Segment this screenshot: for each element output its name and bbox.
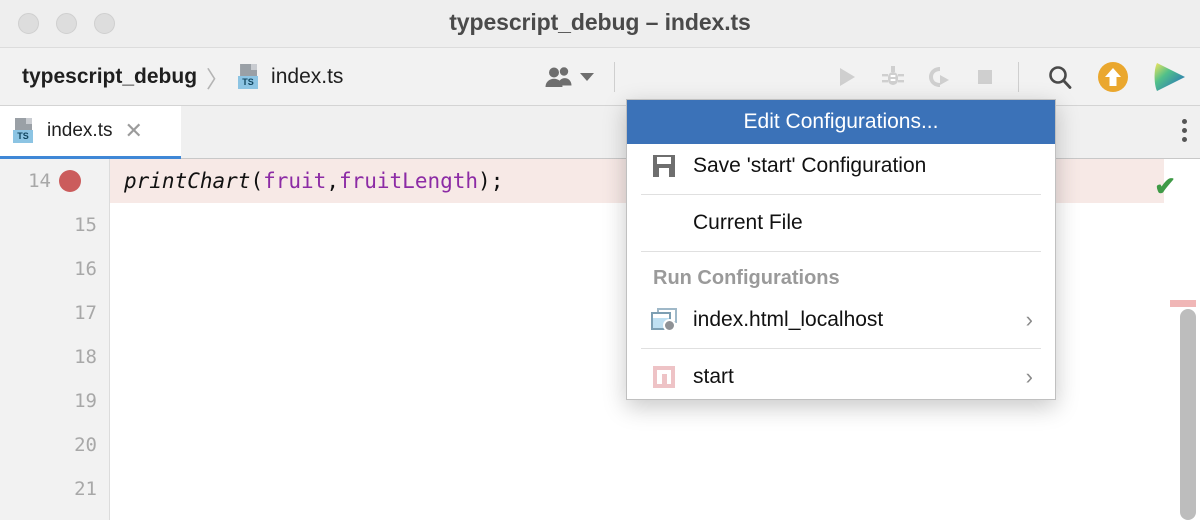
toolbar-divider <box>1018 62 1019 92</box>
update-arrow-up-icon[interactable] <box>1096 60 1130 94</box>
code-token-identifier: fruitLength <box>338 169 479 193</box>
menu-item-index-html-localhost[interactable]: index.html_localhost › <box>627 298 1055 342</box>
menu-item-label: Edit Configurations... <box>743 110 939 133</box>
line-number: 15 <box>74 214 97 236</box>
code-text: printChart(fruit,fruitLength); <box>124 169 503 193</box>
checkmark-icon[interactable]: ✔ <box>1154 173 1176 199</box>
menu-group-run-configurations: Run Configurations <box>627 258 1055 298</box>
save-floppy-icon <box>651 153 677 179</box>
typescript-badge-label: TS <box>13 130 33 143</box>
menu-item-edit-configurations[interactable]: Edit Configurations... <box>627 100 1055 144</box>
typescript-file-icon: TS <box>238 64 262 90</box>
title-bar: typescript_debug – index.ts <box>0 0 1200 48</box>
close-icon[interactable]: ✕ <box>124 120 142 142</box>
ide-window: typescript_debug – index.ts typescript_d… <box>0 0 1200 520</box>
breadcrumb-project[interactable]: typescript_debug <box>22 65 197 89</box>
gutter-line[interactable]: 15 <box>0 203 109 247</box>
stop-icon[interactable] <box>972 64 998 90</box>
code-token-punct: ); <box>478 169 504 193</box>
code-token-punct: , <box>326 169 339 193</box>
gutter-line[interactable]: 21 <box>0 467 109 511</box>
menu-item-save-configuration[interactable]: Save 'start' Configuration <box>627 144 1055 188</box>
chevron-right-icon: › <box>1025 307 1033 332</box>
breadcrumb-separator-icon: 〉 <box>206 66 230 92</box>
gutter-line[interactable]: 19 <box>0 379 109 423</box>
menu-item-current-file[interactable]: Current File <box>627 201 1055 245</box>
line-number: 19 <box>74 390 97 412</box>
run-configuration-dropdown: Edit Configurations... Save 'start' Conf… <box>626 99 1056 400</box>
npm-icon <box>651 364 677 390</box>
breadcrumb-file[interactable]: index.ts <box>271 65 343 89</box>
main-toolbar: typescript_debug 〉 TS index.ts Current F… <box>0 48 1200 148</box>
gutter-line[interactable]: 17 <box>0 291 109 335</box>
menu-item-label: Current File <box>693 211 803 234</box>
vertical-scrollbar[interactable] <box>1180 309 1196 520</box>
menu-group-label: Run Configurations <box>653 266 840 289</box>
menu-item-label: Save 'start' Configuration <box>693 154 927 177</box>
line-number: 20 <box>74 434 97 456</box>
breakpoint-marker[interactable] <box>59 170 81 192</box>
breadcrumb: typescript_debug 〉 TS index.ts <box>22 48 343 106</box>
toolbar-divider <box>614 62 615 92</box>
coverage-icon[interactable] <box>926 64 952 90</box>
menu-divider <box>641 251 1041 252</box>
error-stripe-marker[interactable] <box>1170 300 1196 307</box>
menu-divider <box>641 194 1041 195</box>
gutter-line[interactable]: 20 <box>0 423 109 467</box>
line-number: 18 <box>74 346 97 368</box>
collaborators-button[interactable] <box>545 48 594 106</box>
gutter-line[interactable]: 14 <box>0 159 109 203</box>
gutter-line[interactable]: 18 <box>0 335 109 379</box>
editor-gutter[interactable]: 14 15 16 17 18 19 20 21 <box>0 159 110 520</box>
window-title: typescript_debug – index.ts <box>449 9 751 35</box>
search-icon[interactable] <box>1046 63 1074 91</box>
tab-label: index.ts <box>47 120 113 141</box>
tab-index-ts[interactable]: TS index.ts ✕ <box>0 106 181 159</box>
bug-icon[interactable] <box>880 64 906 90</box>
run-actions-group <box>834 48 1019 106</box>
menu-item-label: start <box>693 365 734 388</box>
menu-divider <box>641 348 1041 349</box>
chevron-right-icon: › <box>1025 364 1033 389</box>
right-actions-group <box>1046 48 1188 106</box>
code-token-function: printChart <box>124 169 251 193</box>
gutter-line[interactable]: 16 <box>0 247 109 291</box>
line-number: 17 <box>74 302 97 324</box>
menu-item-label: index.html_localhost <box>693 308 884 331</box>
play-icon[interactable] <box>834 64 860 90</box>
more-vertical-icon[interactable] <box>1182 119 1187 142</box>
people-icon <box>545 67 572 87</box>
code-token-identifier: fruit <box>263 169 327 193</box>
line-number: 14 <box>28 170 51 192</box>
code-token-punct: ( <box>250 169 264 193</box>
typescript-badge-label: TS <box>238 76 259 89</box>
code-line[interactable] <box>110 467 1200 511</box>
line-number: 16 <box>74 258 97 280</box>
line-number: 21 <box>74 478 97 500</box>
browser-globe-icon <box>651 307 677 333</box>
code-line[interactable] <box>110 423 1200 467</box>
chevron-down-icon <box>580 73 594 81</box>
typescript-file-icon: TS <box>13 118 37 144</box>
menu-item-start[interactable]: start › <box>627 355 1055 399</box>
datalore-gradient-icon[interactable] <box>1152 60 1188 94</box>
